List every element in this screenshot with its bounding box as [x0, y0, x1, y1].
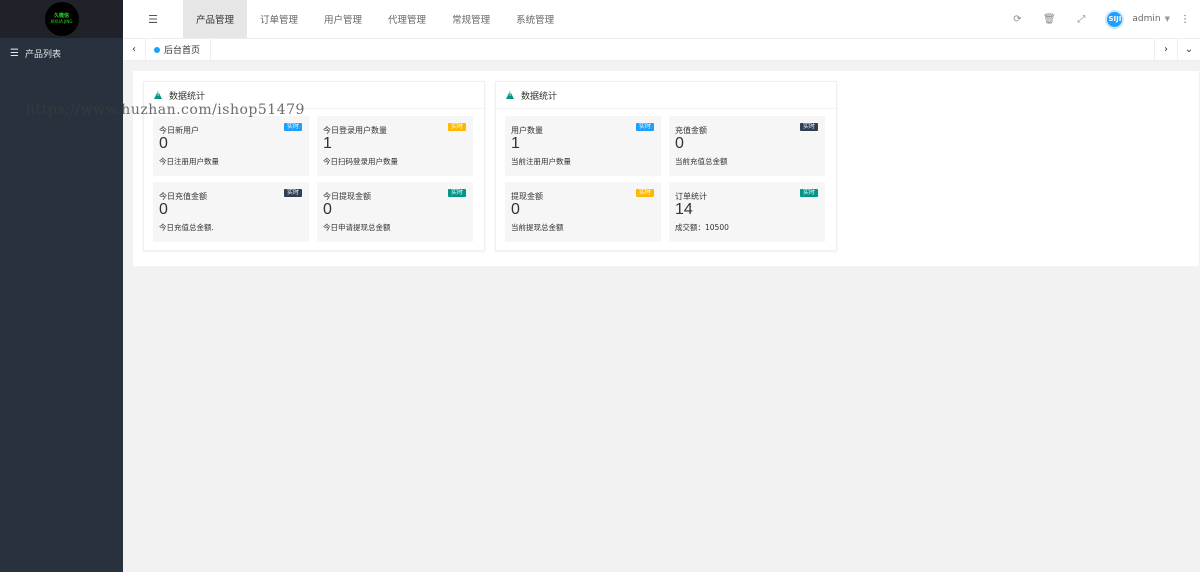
card-desc: 今日注册用户数量 — [159, 157, 219, 166]
stat-card-order-stats: 订单统计 实时 14 成交额：10500 — [669, 182, 825, 242]
tab-controls: › ⌄ — [1154, 38, 1200, 61]
tab-scroll-left-icon[interactable]: ‹ — [123, 38, 146, 61]
realtime-badge: 实时 — [635, 189, 654, 197]
card-title: 今日登录用户数量 — [323, 126, 387, 135]
list-icon: ☰ — [10, 47, 19, 59]
card-desc: 今日扫码登录用户数量 — [323, 157, 398, 166]
tab-dashboard[interactable]: 后台首页 — [146, 38, 212, 61]
main-content: 数据统计 今日新用户 实时 0 今日注册用户数量 今日登录用户数量 实时 1 今… — [133, 71, 1199, 266]
panel-title: 数据统计 — [169, 91, 206, 102]
realtime-badge: 实时 — [799, 123, 818, 131]
fullscreen-icon[interactable]: ⤢ — [1065, 14, 1097, 25]
realtime-badge: 实时 — [447, 123, 466, 131]
nav-product-management[interactable]: 产品管理 — [183, 0, 248, 38]
watermark-text: https://www.huzhan.com/ishop51479 — [26, 102, 305, 118]
stats-panel: 数据统计 用户数量 实时 1 当前注册用户数量 充值金额 实时 0 当前充值总金… — [495, 81, 837, 251]
realtime-badge: 实时 — [283, 123, 302, 131]
stat-card-user-count: 用户数量 实时 1 当前注册用户数量 — [505, 116, 661, 176]
more-vertical-icon[interactable]: ⋮ — [1170, 14, 1200, 25]
nav-user-management[interactable]: 用户管理 — [311, 0, 375, 38]
card-value: 0 — [159, 201, 168, 218]
active-dot-icon — [154, 46, 160, 53]
panel-title: 数据统计 — [521, 91, 558, 102]
realtime-badge: 实时 — [635, 123, 654, 131]
tab-bar: ‹ 后台首页 › ⌄ — [123, 38, 1200, 61]
tab-label: 后台首页 — [164, 46, 201, 56]
trash-icon[interactable]: 🗑 — [1033, 14, 1065, 25]
card-value: 0 — [511, 201, 520, 218]
card-value: 14 — [675, 201, 693, 218]
stat-card-today-recharge: 今日充值金额 实时 0 今日充值总金额. — [153, 182, 309, 242]
card-desc: 当前充值总金额 — [675, 157, 728, 166]
card-desc: 成交额：10500 — [675, 223, 729, 232]
warning-icon — [506, 91, 514, 99]
nav-order-management[interactable]: 订单管理 — [247, 0, 311, 38]
realtime-badge: 实时 — [447, 189, 466, 197]
stat-card-recharge-total: 充值金额 实时 0 当前充值总金额 — [669, 116, 825, 176]
tab-scroll-right-icon[interactable]: › — [1154, 38, 1177, 61]
stat-card-today-login-users: 今日登录用户数量 实时 1 今日扫码登录用户数量 — [317, 116, 473, 176]
nav-general-management[interactable]: 常规管理 — [439, 0, 503, 38]
realtime-badge: 实时 — [799, 189, 818, 197]
sidebar: 久微信 XIXUA.JING ☰ 产品列表 — [0, 0, 123, 572]
sidebar-item-label: 产品列表 — [24, 49, 61, 60]
card-value: 0 — [159, 135, 168, 152]
logo-subtext: XIXUA.JING — [50, 19, 73, 24]
user-name[interactable]: admin — [1132, 14, 1160, 24]
card-desc: 今日申请提现总金额 — [323, 223, 391, 232]
panel-header: 数据统计 — [496, 82, 836, 109]
card-desc: 当前提现总金额 — [511, 223, 564, 232]
tab-menu-chevron-down-icon[interactable]: ⌄ — [1177, 38, 1200, 61]
card-desc: 今日充值总金额. — [159, 223, 214, 232]
top-nav: 产品管理 订单管理 用户管理 代理管理 常规管理 系统管理 — [183, 0, 567, 38]
nav-system-management[interactable]: 系统管理 — [503, 0, 567, 38]
header-tools: ⟳ 🗑 ⤢ SIJI admin ▼ ⋮ — [1001, 0, 1200, 38]
logo[interactable]: 久微信 XIXUA.JING — [44, 2, 79, 36]
stat-card-withdraw-total: 提现金额 实时 0 当前提现总金额 — [505, 182, 661, 242]
stat-card-today-withdraw: 今日提现金额 实时 0 今日申请提现总金额 — [317, 182, 473, 242]
logo-area: 久微信 XIXUA.JING — [0, 0, 123, 38]
menu-toggle-icon[interactable]: ☰ — [123, 0, 183, 38]
nav-agent-management[interactable]: 代理管理 — [375, 0, 439, 38]
refresh-icon[interactable]: ⟳ — [1001, 14, 1033, 25]
card-value: 0 — [675, 135, 684, 152]
sidebar-item-product-list[interactable]: ☰ 产品列表 — [0, 38, 123, 68]
card-desc: 当前注册用户数量 — [511, 157, 571, 166]
realtime-badge: 实时 — [283, 189, 302, 197]
avatar[interactable]: SIJI — [1105, 9, 1125, 29]
card-value: 0 — [323, 201, 332, 218]
card-value: 1 — [323, 135, 332, 152]
top-header: ☰ 产品管理 订单管理 用户管理 代理管理 常规管理 系统管理 ⟳ 🗑 ⤢ SI… — [123, 0, 1200, 38]
stat-card-today-new-users: 今日新用户 实时 0 今日注册用户数量 — [153, 116, 309, 176]
warning-icon — [154, 91, 162, 99]
card-value: 1 — [511, 135, 520, 152]
